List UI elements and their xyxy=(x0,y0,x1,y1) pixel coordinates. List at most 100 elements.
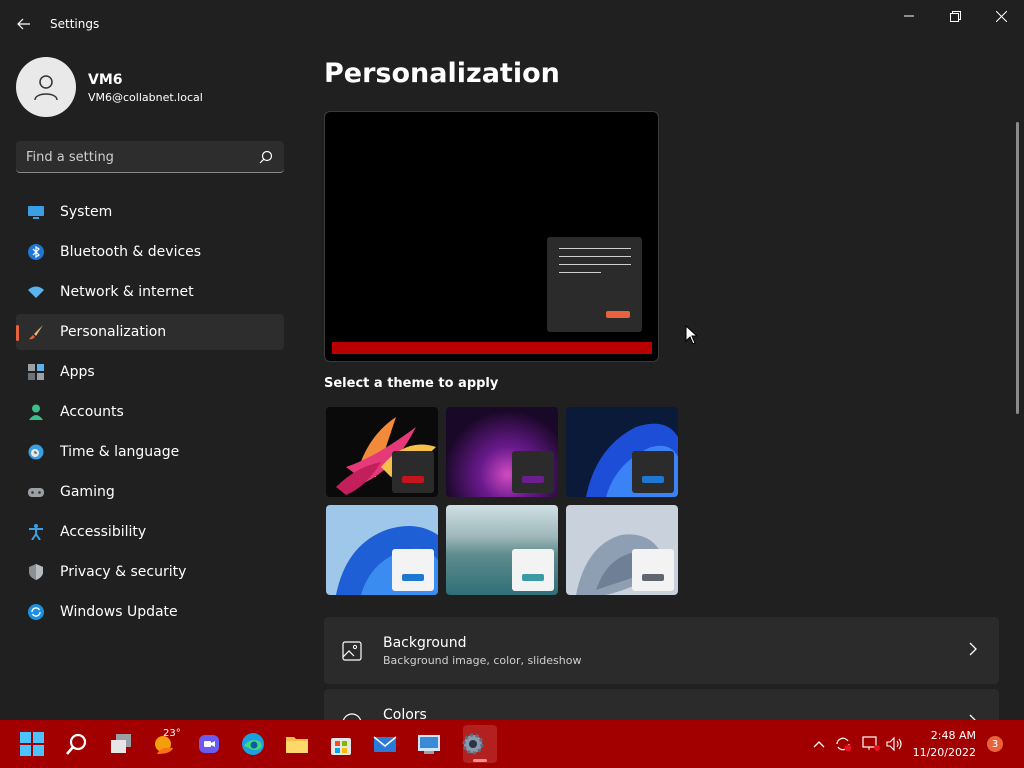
task-view-button[interactable] xyxy=(107,730,135,758)
search-icon xyxy=(66,733,87,755)
sidebar-item-label: Gaming xyxy=(60,484,115,500)
sidebar-item-label: Accessibility xyxy=(60,524,147,540)
wifi-icon xyxy=(28,286,44,298)
monitor-icon xyxy=(28,206,44,219)
update-icon xyxy=(28,604,44,620)
sidebar-item-gaming[interactable]: Gaming xyxy=(16,474,284,510)
theme-chip xyxy=(512,549,554,591)
background-card[interactable]: Background Background image, color, slid… xyxy=(324,617,999,684)
restore-button[interactable] xyxy=(932,0,978,32)
clock-date[interactable]: 11/20/2022 xyxy=(910,746,976,759)
notification-badge[interactable]: 3 xyxy=(987,736,1003,752)
sidebar-item-privacy[interactable]: Privacy & security xyxy=(16,554,284,590)
taskbar-running-indicator xyxy=(473,759,487,762)
start-button[interactable] xyxy=(18,730,46,758)
sidebar-item-bluetooth[interactable]: Bluetooth & devices xyxy=(16,234,284,270)
sidebar-nav: System Bluetooth & devices Network & int… xyxy=(16,194,284,634)
sidebar-item-windows-update[interactable]: Windows Update xyxy=(16,594,284,630)
windows-logo-icon xyxy=(20,732,44,756)
clock-time[interactable]: 2:48 AM xyxy=(926,729,976,742)
card-subtitle: Background image, color, slideshow xyxy=(383,654,582,667)
sidebar-item-label: Time & language xyxy=(60,444,180,460)
card-title: Background xyxy=(383,635,467,651)
teams-chat-button[interactable] xyxy=(195,730,223,758)
store-button[interactable] xyxy=(327,730,355,758)
scrollbar[interactable] xyxy=(1016,122,1019,414)
sidebar-item-network[interactable]: Network & internet xyxy=(16,274,284,310)
accessibility-icon xyxy=(29,524,43,540)
search-icon[interactable] xyxy=(258,149,274,165)
search-input[interactable] xyxy=(26,148,246,166)
theme-accent-swatch xyxy=(642,574,664,581)
theme-tile-dark-flower[interactable] xyxy=(326,407,438,497)
preview-line xyxy=(559,272,601,273)
theme-accent-swatch xyxy=(402,574,424,581)
brush-icon xyxy=(29,325,43,340)
mouse-cursor-icon xyxy=(685,325,697,345)
volume-icon xyxy=(886,736,902,752)
folder-icon xyxy=(286,737,308,753)
page-title: Personalization xyxy=(324,58,560,89)
taskbar-search-button[interactable] xyxy=(63,730,91,758)
theme-chip xyxy=(392,549,434,591)
chevron-right-icon xyxy=(969,642,977,656)
sidebar-item-accessibility[interactable]: Accessibility xyxy=(16,514,284,550)
preview-window xyxy=(547,237,642,332)
theme-accent-swatch xyxy=(522,574,544,581)
gear-icon xyxy=(462,733,484,755)
mail-button[interactable] xyxy=(371,730,399,758)
close-icon xyxy=(995,10,1007,22)
sidebar-item-label: Apps xyxy=(60,364,95,380)
settings-taskbar-button[interactable] xyxy=(459,730,487,758)
theme-tile-captured-motion[interactable] xyxy=(446,505,558,595)
title-bar: Settings xyxy=(0,0,1024,48)
chat-icon xyxy=(199,735,219,753)
show-hidden-icons-button[interactable] xyxy=(810,736,828,752)
theme-tile-glow[interactable] xyxy=(446,407,558,497)
user-email: VM6@collabnet.local xyxy=(88,91,203,104)
network-icon xyxy=(862,736,880,751)
sidebar-item-label: Personalization xyxy=(60,324,167,340)
volume-tray-icon[interactable] xyxy=(886,736,904,752)
theme-chip xyxy=(392,451,434,493)
sidebar-item-time-language[interactable]: Time & language xyxy=(16,434,284,470)
image-icon xyxy=(342,641,362,661)
apps-icon xyxy=(28,364,44,380)
back-button[interactable] xyxy=(12,12,36,36)
user-name: VM6 xyxy=(88,72,123,88)
sidebar-item-label: Network & internet xyxy=(60,284,194,300)
theme-preview xyxy=(324,111,659,362)
control-panel-button[interactable] xyxy=(415,730,443,758)
search-box[interactable] xyxy=(16,141,284,173)
preview-line xyxy=(559,256,631,257)
clock-globe-icon xyxy=(28,444,44,460)
sidebar-item-personalization[interactable]: Personalization xyxy=(16,314,284,350)
file-explorer-button[interactable] xyxy=(283,730,311,758)
preview-line xyxy=(559,264,631,265)
sync-tray-icon[interactable] xyxy=(834,736,852,752)
close-button[interactable] xyxy=(978,0,1024,32)
edge-button[interactable] xyxy=(239,730,267,758)
theme-tile-windows-dark[interactable] xyxy=(566,407,678,497)
arrow-left-icon xyxy=(17,18,30,30)
theme-accent-swatch xyxy=(522,476,544,483)
weather-temp: 23° xyxy=(163,728,181,739)
network-tray-icon[interactable] xyxy=(862,736,880,752)
minimize-button[interactable] xyxy=(886,0,932,32)
sidebar-item-label: System xyxy=(60,204,113,220)
sidebar-item-accounts[interactable]: Accounts xyxy=(16,394,284,430)
gamepad-icon xyxy=(28,488,44,497)
sync-error-icon xyxy=(836,737,852,752)
theme-chip xyxy=(632,451,674,493)
sidebar-item-label: Privacy & security xyxy=(60,564,187,580)
theme-tile-windows-light[interactable] xyxy=(326,505,438,595)
preview-accent-button xyxy=(606,311,630,318)
bluetooth-icon xyxy=(28,244,44,260)
sidebar-item-apps[interactable]: Apps xyxy=(16,354,284,390)
theme-tile-sunrise[interactable] xyxy=(566,505,678,595)
mail-icon xyxy=(373,736,397,752)
avatar[interactable] xyxy=(16,57,76,117)
sidebar-item-system[interactable]: System xyxy=(16,194,284,230)
preview-line xyxy=(559,248,631,249)
sidebar-item-label: Bluetooth & devices xyxy=(60,244,202,260)
